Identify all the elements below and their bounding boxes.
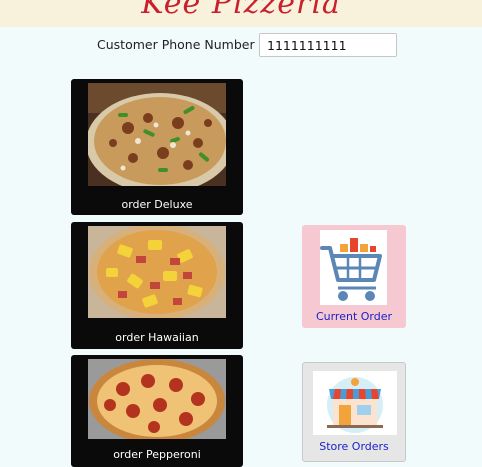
order-hawaiian-button[interactable]: order Hawaiian	[71, 222, 243, 349]
order-deluxe-button[interactable]: order Deluxe	[71, 79, 243, 215]
brand-title: Kee Pizzeria	[141, 0, 341, 21]
current-order-label: Current Order	[315, 310, 393, 323]
pepperoni-pizza-photo	[88, 359, 226, 439]
store-orders-label: Store Orders	[319, 440, 389, 453]
storefront-icon	[313, 371, 397, 435]
order-deluxe-label: order Deluxe	[121, 198, 193, 211]
shopping-cart-icon	[320, 230, 387, 305]
store-orders-button[interactable]: Store Orders	[302, 362, 406, 462]
current-order-button[interactable]: Current Order	[302, 225, 406, 328]
order-hawaiian-label: order Hawaiian	[115, 331, 199, 344]
order-pepperoni-label: order Pepperoni	[113, 448, 201, 461]
app-header: Kee Pizzeria	[0, 0, 482, 27]
hawaiian-pizza-photo	[88, 226, 226, 318]
phone-input[interactable]	[259, 33, 397, 57]
order-pepperoni-button[interactable]: order Pepperoni	[71, 355, 243, 467]
phone-label: Customer Phone Number	[97, 37, 255, 52]
deluxe-pizza-photo	[88, 83, 226, 186]
